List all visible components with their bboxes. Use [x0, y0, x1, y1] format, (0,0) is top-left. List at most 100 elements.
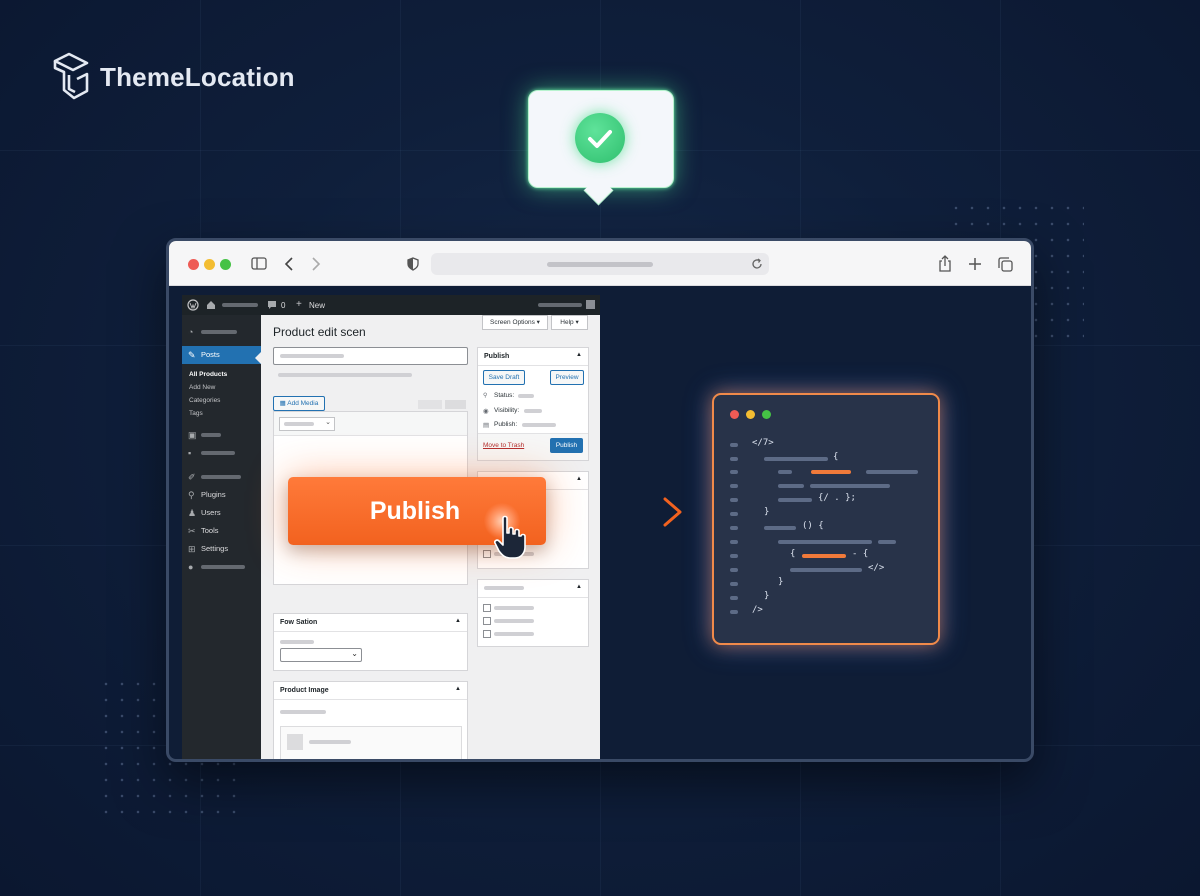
sidebar-item-posts[interactable]: ✎ Posts	[182, 346, 261, 364]
close-window-button[interactable]	[188, 259, 199, 270]
section-metabox-header: Fow Sation ▲	[274, 614, 467, 632]
tag-label-placeholder	[494, 606, 534, 610]
site-name-placeholder	[222, 303, 258, 307]
save-draft-button[interactable]: Save Draft	[483, 370, 525, 385]
product-image-metabox-header: Product Image ▲	[274, 682, 467, 700]
sidebar-item-collapse[interactable]: ●	[182, 558, 261, 576]
sidebar-item-media[interactable]: ▣	[182, 426, 261, 444]
forward-icon[interactable]	[311, 257, 321, 271]
add-media-button[interactable]: ▦ Add Media	[273, 396, 325, 411]
tags-metabox-header: ▲	[478, 580, 588, 598]
line-number	[730, 610, 738, 614]
calendar-icon: ▤	[483, 422, 490, 429]
category-checkbox[interactable]	[483, 550, 491, 558]
minimize-window-button[interactable]	[746, 410, 755, 419]
maximize-window-button[interactable]	[220, 259, 231, 270]
collapse-arrow-icon[interactable]: ▲	[576, 476, 582, 482]
sidebar-item-comments[interactable]: ▪	[182, 444, 261, 462]
wordpress-logo-icon[interactable]	[187, 299, 199, 311]
tag-checkbox[interactable]	[483, 604, 491, 612]
share-icon[interactable]	[938, 255, 952, 272]
visibility-value-placeholder	[524, 409, 542, 413]
avatar[interactable]	[586, 300, 595, 309]
tab-text[interactable]	[445, 400, 466, 409]
submenu-categories[interactable]: Categories	[189, 397, 220, 404]
browser-toolbar	[169, 241, 1031, 286]
submenu-all-products[interactable]: All Products	[189, 371, 227, 378]
key-icon: ⚲	[483, 393, 488, 399]
new-tab-icon[interactable]	[968, 257, 982, 271]
publish-cta-label: Publish	[369, 497, 461, 525]
collapse-arrow-icon[interactable]: ▲	[576, 584, 582, 590]
editor-toolbar: ⌄	[274, 412, 467, 436]
checkmark-icon	[575, 113, 625, 163]
new-menu[interactable]: New	[309, 301, 325, 310]
code-token-bar	[778, 540, 872, 544]
help-button[interactable]: Help ▾	[551, 315, 588, 330]
publish-date-label: Publish:	[494, 421, 518, 428]
media-icon: ▣	[188, 430, 197, 440]
code-token: </>	[868, 563, 885, 573]
sidebar-item-label: Users	[201, 508, 221, 517]
brand-name: ThemeLocation	[100, 61, 295, 92]
sidebar-item-users[interactable]: ♟ Users	[182, 504, 261, 522]
code-highlight-bar	[811, 470, 851, 474]
collapse-arrow-icon[interactable]: ▲	[455, 686, 461, 692]
collapse-arrow-icon[interactable]: ▲	[576, 352, 582, 358]
image-caption-placeholder	[309, 740, 351, 744]
sidebar-item-plugins[interactable]: ⚲ Plugins	[182, 486, 261, 504]
sidebar-item-label: Posts	[201, 350, 220, 359]
screen-options-button[interactable]: Screen Options ▾	[482, 315, 548, 330]
admin-bar: 0 + New	[182, 295, 600, 315]
tag-label-placeholder	[494, 619, 534, 623]
theme-location-logo-icon	[53, 52, 89, 100]
back-icon[interactable]	[284, 257, 294, 271]
tabs-overview-icon[interactable]	[998, 257, 1013, 272]
field-label-placeholder	[280, 640, 314, 644]
code-token-bar	[778, 498, 812, 502]
submenu-add-new[interactable]: Add New	[189, 384, 215, 391]
sidebar-item-dashboard[interactable]: ◔	[182, 323, 261, 341]
sidebar-item-tools[interactable]: ✂ Tools	[182, 522, 261, 540]
code-token: {	[790, 549, 796, 559]
section-select[interactable]: ⌄	[280, 648, 362, 662]
submenu-tags[interactable]: Tags	[189, 410, 203, 417]
settings-icon: ⊞	[188, 544, 196, 554]
tag-checkbox[interactable]	[483, 630, 491, 638]
publish-metabox: Publish ▲ Save Draft Preview ⚲ Status: ◉ …	[477, 347, 589, 461]
tag-checkbox[interactable]	[483, 617, 491, 625]
add-media-label: Add Media	[287, 400, 319, 407]
home-icon[interactable]	[206, 300, 216, 310]
publish-button[interactable]: Publish	[550, 438, 583, 453]
sidebar-item-label: Tools	[201, 526, 219, 535]
brand-logo: ThemeLocation	[52, 52, 295, 102]
comments-icon[interactable]	[267, 300, 277, 310]
tab-visual[interactable]	[418, 400, 442, 409]
address-bar[interactable]	[431, 253, 769, 275]
maximize-window-button[interactable]	[762, 410, 771, 419]
reload-icon[interactable]	[751, 258, 763, 270]
line-number	[730, 484, 738, 488]
move-to-trash-link[interactable]: Move to Trash	[483, 442, 524, 449]
close-window-button[interactable]	[730, 410, 739, 419]
code-token-bar	[764, 526, 796, 530]
image-thumbnail	[287, 734, 303, 750]
page-title: Product edit scen	[273, 325, 366, 339]
shield-icon[interactable]	[407, 257, 419, 271]
sidebar-item-appearance[interactable]: ✐	[182, 468, 261, 486]
line-number	[730, 512, 738, 516]
sidebar-toggle-icon[interactable]	[251, 257, 267, 270]
sidebar-item-settings[interactable]: ⊞ Settings	[182, 540, 261, 558]
collapse-arrow-icon[interactable]: ▲	[455, 618, 461, 624]
code-token: - {	[852, 549, 869, 559]
preview-button[interactable]: Preview	[550, 370, 584, 385]
image-dropzone[interactable]	[280, 726, 462, 759]
paragraph-format-select[interactable]: ⌄	[279, 417, 335, 431]
field-label-placeholder	[280, 710, 326, 714]
minimize-window-button[interactable]	[204, 259, 215, 270]
code-token: {	[833, 452, 839, 462]
title-input[interactable]	[273, 347, 468, 365]
line-number	[730, 554, 738, 558]
code-highlight-bar	[802, 554, 846, 558]
line-number	[730, 498, 738, 502]
